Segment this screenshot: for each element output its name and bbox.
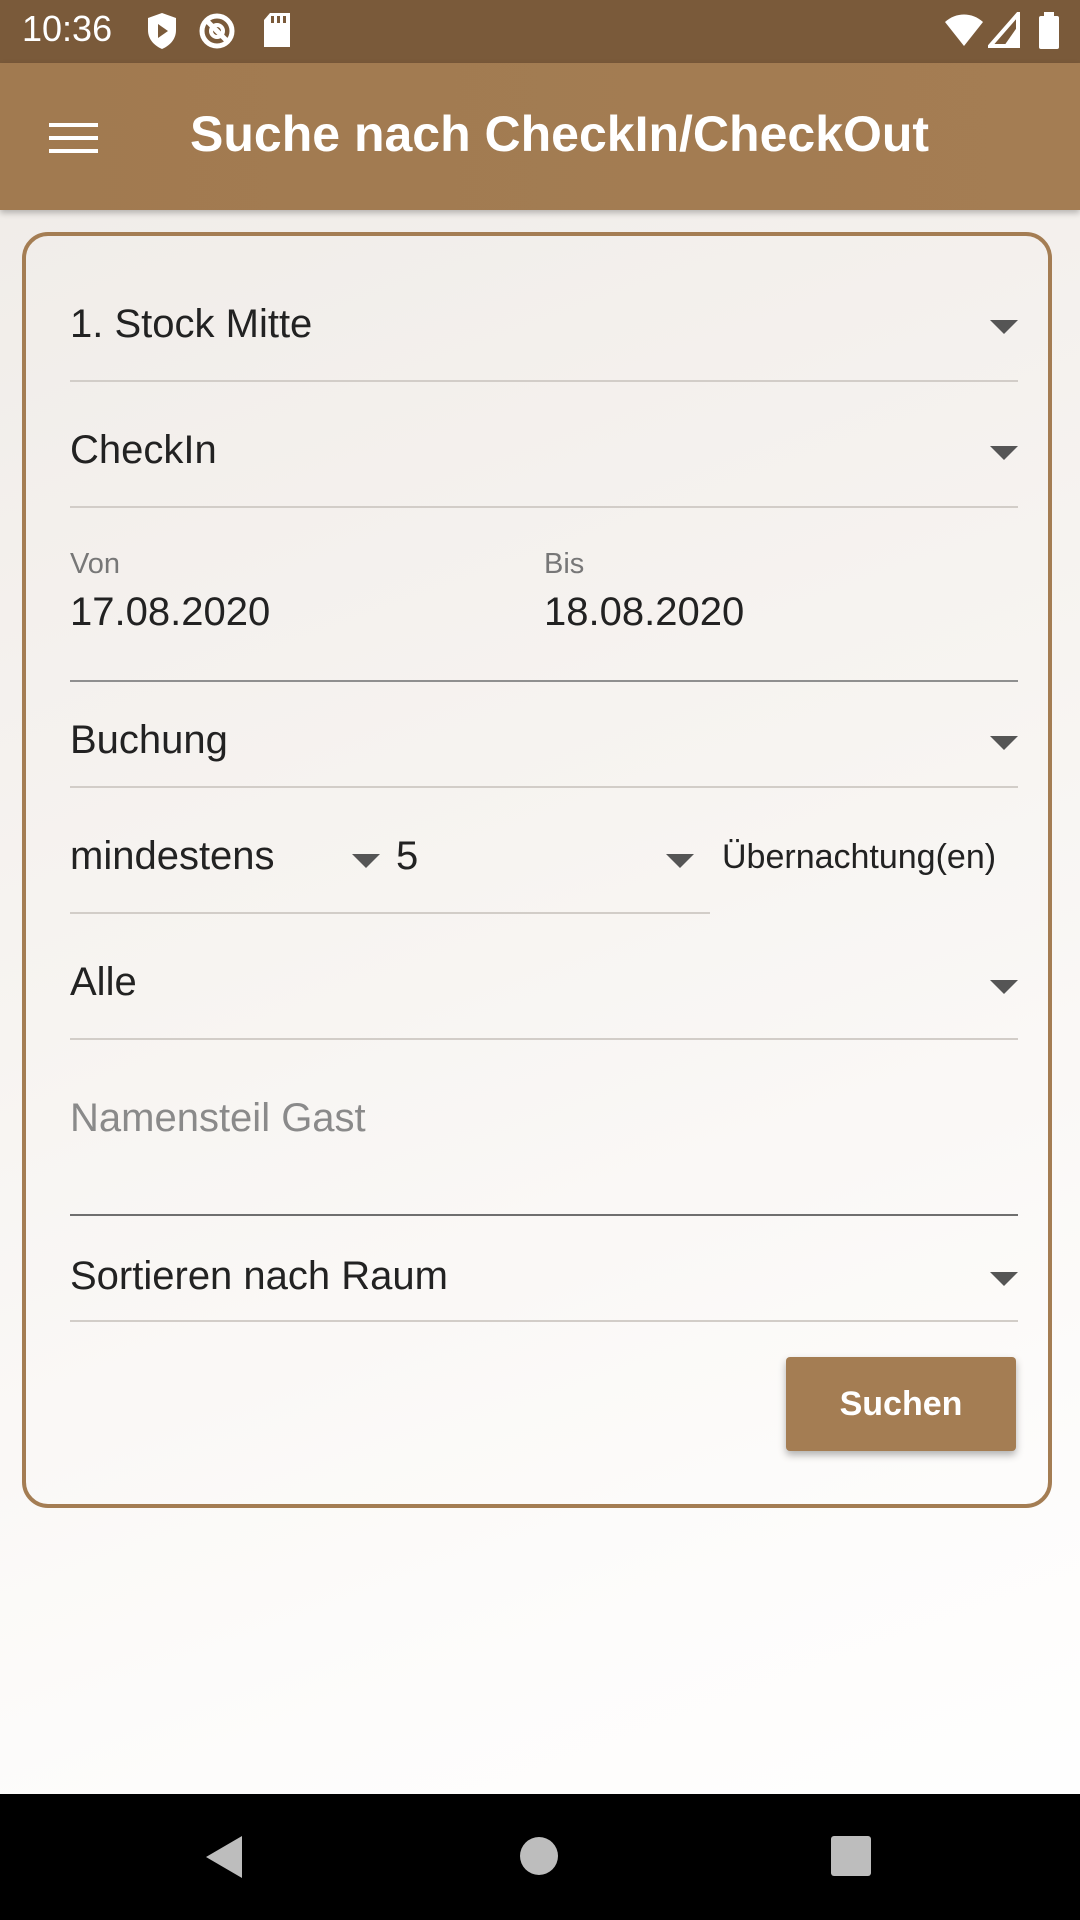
signal-icon: [985, 8, 1020, 53]
dropdown-arrow-icon: [990, 320, 1018, 334]
date-from-value[interactable]: 17.08.2020: [70, 590, 270, 635]
dropdown-arrow-icon: [990, 736, 1018, 750]
shield-play-icon: [146, 12, 178, 55]
status-bar: 10:36: [0, 0, 1080, 63]
search-form-card: 1. Stock Mitte CheckIn Von 17.08.2020 Bi…: [22, 232, 1052, 1508]
type-select-value: CheckIn: [70, 428, 217, 472]
dropdown-arrow-icon: [990, 446, 1018, 460]
system-nav-bar: [0, 1794, 1080, 1920]
date-from-label: Von: [70, 548, 120, 580]
filter-select[interactable]: Alle: [70, 914, 1018, 1040]
dropdown-arrow-icon: [352, 854, 380, 868]
date-range-field[interactable]: Von 17.08.2020 Bis 18.08.2020: [70, 508, 1018, 682]
nights-select[interactable]: 5: [384, 788, 710, 914]
dropdown-arrow-icon: [990, 980, 1018, 994]
app-bar: Suche nach CheckIn/CheckOut: [0, 63, 1080, 210]
wifi-icon: [944, 12, 984, 53]
status-time: 10:36: [22, 8, 113, 49]
home-icon[interactable]: [519, 1836, 559, 1881]
nights-select-value: 5: [396, 834, 419, 878]
location-select-value: 1. Stock Mitte: [70, 302, 313, 346]
sort-select-value: Sortieren nach Raum: [70, 1254, 448, 1298]
dropdown-arrow-icon: [666, 854, 694, 868]
date-to-value[interactable]: 18.08.2020: [544, 590, 744, 635]
nights-row: mindestens 5 Übernachtung(en): [70, 788, 1018, 914]
hamburger-menu-icon: [34, 123, 112, 175]
sort-select[interactable]: Sortieren nach Raum: [70, 1216, 1018, 1322]
sd-card-icon: [262, 12, 292, 53]
type-select[interactable]: CheckIn: [70, 382, 1018, 508]
at-sign-icon: [198, 12, 236, 55]
dropdown-arrow-icon: [990, 1272, 1018, 1286]
booking-select-value: Buchung: [70, 718, 228, 762]
nights-suffix-label: Übernachtung(en): [722, 838, 997, 876]
menu-button[interactable]: [34, 103, 112, 171]
recents-icon[interactable]: [831, 1836, 871, 1881]
location-select[interactable]: 1. Stock Mitte: [70, 272, 1018, 382]
back-icon[interactable]: [204, 1834, 244, 1885]
min-select[interactable]: mindestens: [70, 788, 384, 914]
guest-name-input[interactable]: Namensteil Gast: [70, 1040, 1018, 1216]
booking-select[interactable]: Buchung: [70, 682, 1018, 788]
guest-name-placeholder: Namensteil Gast: [70, 1096, 366, 1140]
battery-icon: [1038, 12, 1060, 55]
search-button[interactable]: Suchen: [786, 1357, 1016, 1451]
min-select-value: mindestens: [70, 834, 275, 878]
filter-select-value: Alle: [70, 960, 137, 1004]
page-title: Suche nach CheckIn/CheckOut: [190, 106, 930, 162]
date-to-label: Bis: [544, 548, 585, 580]
